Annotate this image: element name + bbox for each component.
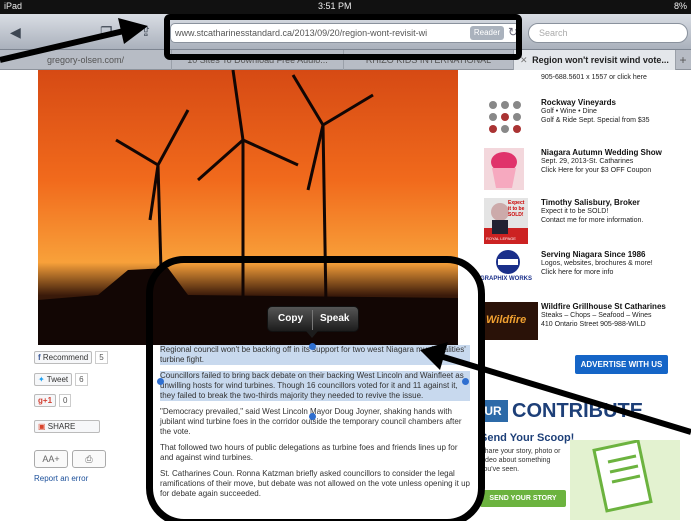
arrow-to-selection — [439, 353, 691, 435]
arrowhead-share — [118, 18, 148, 44]
arrowhead-selection — [420, 342, 448, 370]
annotation-arrows — [0, 18, 691, 435]
arrow-to-share-button — [0, 27, 129, 63]
ipad-safari-screenshot: iPad 3:51 PM 8% ◀ ❐ ⇪ www.stcatharinesst… — [0, 0, 691, 521]
